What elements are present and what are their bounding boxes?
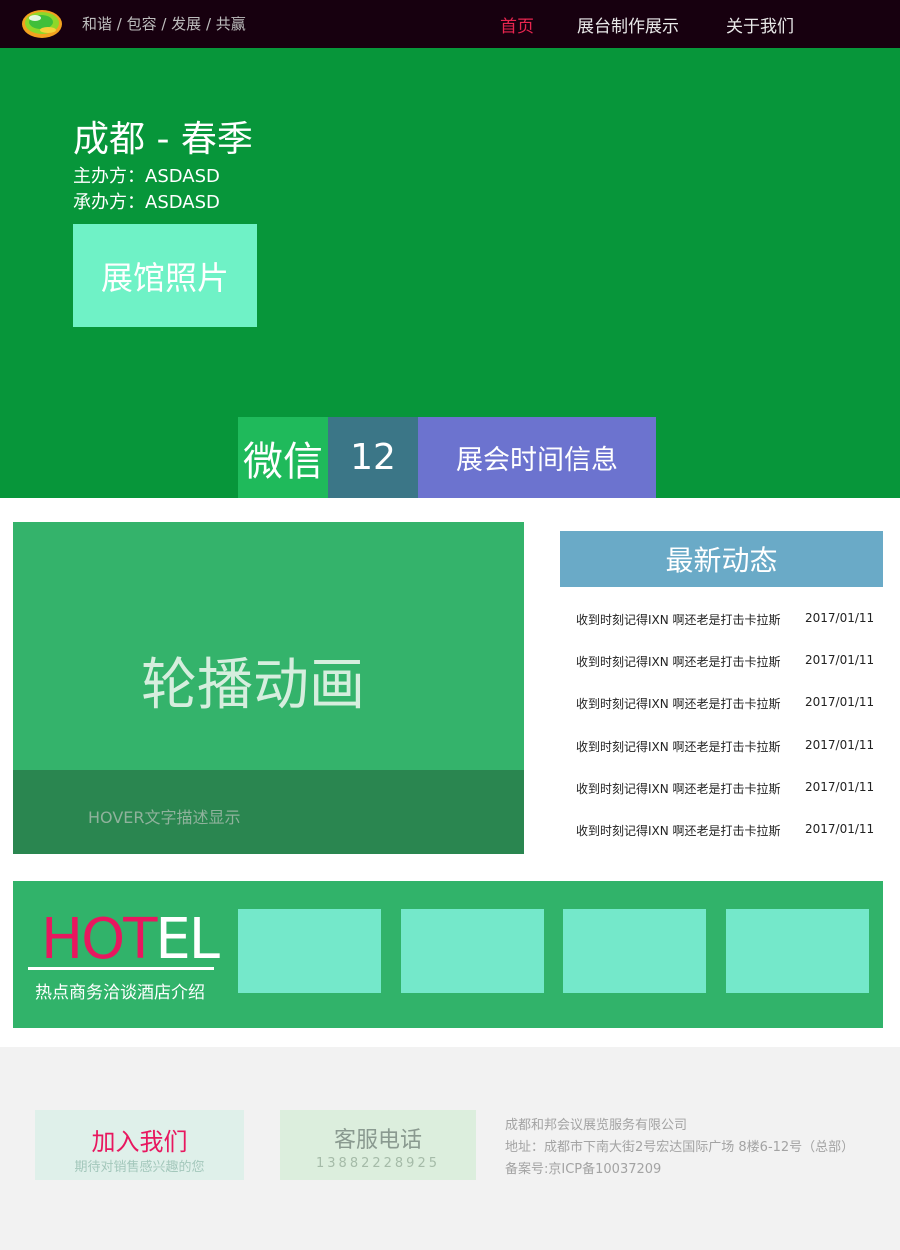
- news-item-date: 2017/01/11: [805, 653, 875, 667]
- wechat-tile[interactable]: 微信: [238, 417, 328, 498]
- hotel-card[interactable]: [401, 909, 544, 993]
- footer: 加入我们 期待对销售感兴趣的您 客服电话 13882228925 成都和邦会议展…: [0, 1047, 900, 1250]
- carousel-caption: HOVER文字描述显示: [13, 770, 524, 854]
- news-item[interactable]: 收到时刻记得IXN 啊还老是打击卡拉斯 2017/01/11: [576, 649, 876, 673]
- news-item[interactable]: 收到时刻记得IXN 啊还老是打击卡拉斯 2017/01/11: [576, 818, 876, 842]
- join-us-card[interactable]: 加入我们 期待对销售感兴趣的您: [35, 1110, 244, 1180]
- news-item[interactable]: 收到时刻记得IXN 啊还老是打击卡拉斯 2017/01/11: [576, 607, 876, 631]
- hotel-divider: [28, 967, 214, 970]
- news-item-text: 收到时刻记得IXN 啊还老是打击卡拉斯: [576, 697, 781, 711]
- hotel-card[interactable]: [238, 909, 381, 993]
- logo-icon[interactable]: [20, 5, 64, 41]
- news-item[interactable]: 收到时刻记得IXN 啊还老是打击卡拉斯 2017/01/11: [576, 691, 876, 715]
- company-name: 成都和邦会议展览服务有限公司: [505, 1118, 688, 1133]
- hotel-card[interactable]: [563, 909, 706, 993]
- exhibition-time-info-tile[interactable]: 展会时间信息: [418, 417, 656, 498]
- join-us-title: 加入我们: [91, 1128, 188, 1156]
- hotel-logo-el: EL: [155, 907, 220, 972]
- company-address: 地址：成都市下南大街2号宏达国际广场 8楼6-12号（总部）: [505, 1140, 855, 1155]
- news-item[interactable]: 收到时刻记得IXN 啊还老是打击卡拉斯 2017/01/11: [576, 734, 876, 758]
- nav-about-us[interactable]: 关于我们: [726, 12, 794, 37]
- news-item-text: 收到时刻记得IXN 啊还老是打击卡拉斯: [576, 613, 781, 627]
- hotel-subtitle: 热点商务洽谈酒店介绍: [35, 983, 205, 1003]
- join-us-subtitle: 期待对销售感兴趣的您: [74, 1160, 205, 1175]
- news-item-text: 收到时刻记得IXN 啊还老是打击卡拉斯: [576, 655, 781, 669]
- top-nav: 和谐 / 包容 / 发展 / 共赢 首页 展台制作展示 关于我们: [0, 0, 900, 48]
- hotel-section: HOTEL 热点商务洽谈酒店介绍: [13, 881, 883, 1028]
- news-item-date: 2017/01/11: [805, 780, 875, 794]
- news-item[interactable]: 收到时刻记得IXN 啊还老是打击卡拉斯 2017/01/11: [576, 776, 876, 800]
- news-item-date: 2017/01/11: [805, 822, 875, 836]
- venue-photos-button[interactable]: 展馆照片: [73, 224, 257, 327]
- carousel-caption-text: HOVER文字描述显示: [88, 808, 241, 827]
- news-item-date: 2017/01/11: [805, 695, 875, 709]
- carousel-title: 轮播动画: [141, 653, 365, 718]
- news-item-text: 收到时刻记得IXN 啊还老是打击卡拉斯: [576, 782, 781, 796]
- news-item-date: 2017/01/11: [805, 611, 875, 625]
- hotel-logo-hot: HOT: [41, 907, 157, 972]
- nav-home[interactable]: 首页: [500, 12, 534, 37]
- news-item-text: 收到时刻记得IXN 啊还老是打击卡拉斯: [576, 740, 781, 754]
- latest-news-heading: 最新动态: [560, 531, 883, 587]
- hotel-logo: HOTEL: [41, 907, 220, 972]
- hero-banner: 成都 - 春季 主办方：ASDASD 承办方：ASDASD 展馆照片 微信 12…: [0, 48, 900, 498]
- news-item-text: 收到时刻记得IXN 啊还老是打击卡拉斯: [576, 824, 781, 838]
- nav-booth-showcase[interactable]: 展台制作展示: [577, 12, 679, 37]
- news-item-date: 2017/01/11: [805, 738, 875, 752]
- count-tile[interactable]: 12: [328, 417, 418, 498]
- service-phone-card[interactable]: 客服电话 13882228925: [280, 1110, 476, 1180]
- service-phone-title: 客服电话: [333, 1128, 422, 1153]
- site-slogan: 和谐 / 包容 / 发展 / 共赢: [82, 15, 246, 33]
- carousel[interactable]: 轮播动画 HOVER文字描述显示: [13, 522, 524, 854]
- icp-record: 备案号:京ICP备10037209: [505, 1162, 662, 1177]
- host-info: 主办方：ASDASD: [73, 166, 220, 187]
- hotel-card[interactable]: [726, 909, 869, 993]
- organizer-info: 承办方：ASDASD: [73, 192, 220, 213]
- exhibition-title: 成都 - 春季: [73, 119, 253, 160]
- service-phone-number: 13882228925: [316, 1156, 440, 1171]
